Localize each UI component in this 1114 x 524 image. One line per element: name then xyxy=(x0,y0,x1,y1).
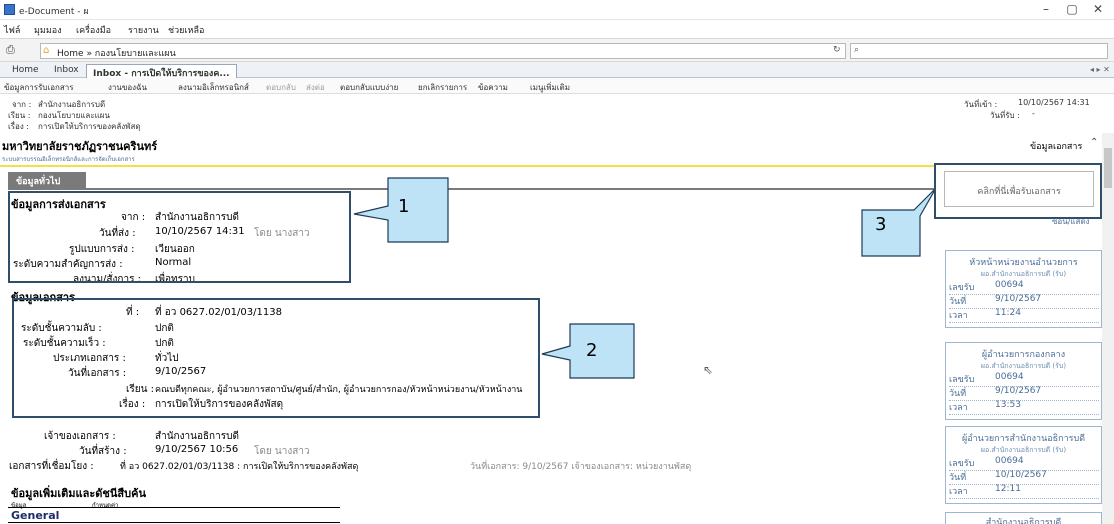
extra-heading: ข้อมูลเพิ่มเติมและดัชนีสืบค้น xyxy=(11,487,146,500)
owner-value: สำนักงานอธิการบดี xyxy=(155,431,239,442)
action-toolbar: ข้อมูลการรับเอกสาร งานของฉัน ลงนามอิเล็ก… xyxy=(0,78,1114,94)
card-time-row: เวลา 12:11 xyxy=(949,484,1099,499)
minimize-button[interactable]: – xyxy=(1036,2,1056,16)
print-icon[interactable]: ⎙ xyxy=(6,43,15,57)
card-title: หัวหน้าหน่วยงานอำนวยการ xyxy=(969,258,1078,268)
highlight-box-2 xyxy=(12,298,540,418)
tab-inbox[interactable]: Inbox xyxy=(48,64,85,78)
menu-view[interactable]: มุมมอง xyxy=(34,23,62,37)
reply-button[interactable]: ตอบกลับ xyxy=(266,81,296,94)
linked-extra: วันที่เอกสาร: 9/10/2567 เจ้าของเอกสาร: ห… xyxy=(470,462,692,472)
accept-label: วันที่รับ : xyxy=(990,111,1020,120)
created-by: โดย นางสาว xyxy=(254,446,310,457)
title-bar: e-Document - ผ – ▢ ✕ xyxy=(0,0,1114,20)
tab-inbox-document[interactable]: Inbox - การเปิดให้บริการของค... xyxy=(86,64,237,79)
address-field[interactable]: ⌂ Home » กองนโยบายและแผน ↻ xyxy=(40,43,846,59)
message-header: จาก : สำนักงานอธิการบดี เรียน : กองนโยบา… xyxy=(0,95,1114,133)
receive-document-button[interactable]: คลิกที่นี่เพื่อรับเอกสาร xyxy=(944,171,1094,207)
card-no-row: เลขรับ 00694 xyxy=(949,280,1099,295)
close-button[interactable]: ✕ xyxy=(1088,2,1108,16)
header-subject-value: การเปิดให้บริการของคลังพัสดุ xyxy=(38,122,141,131)
card-title: ผู้อำนวยการสำนักงานอธิการบดี xyxy=(961,434,1086,444)
callout-2-number: 2 xyxy=(586,340,598,361)
owner-label: เจ้าของเอกสาร : xyxy=(44,431,116,442)
university-name: มหาวิทยาลัยราชภัฏราชนครินทร์ xyxy=(2,140,158,153)
menu-bar: ไฟล์ มุมมอง เครื่องมือ รายงาน ช่วยเหลือ xyxy=(0,20,1114,37)
refresh-icon[interactable]: ↻ xyxy=(833,45,841,55)
extra-col-value: กำหนดค่า xyxy=(92,502,119,509)
menu-file[interactable]: ไฟล์ xyxy=(4,23,20,37)
restore-button[interactable]: ▢ xyxy=(1062,2,1082,16)
search-input[interactable]: ⌕ xyxy=(850,43,1108,59)
show-hide-link[interactable]: ซ่อน/แสดง xyxy=(1052,215,1090,228)
forward-button[interactable]: ส่งต่อ xyxy=(306,81,325,94)
card-date-row: วันที่ 9/10/2567 xyxy=(949,294,1099,309)
cancel-item-button[interactable]: ยกเลิกรายการ xyxy=(418,81,467,94)
menu-tools[interactable]: เครื่องมือ xyxy=(76,23,111,37)
scrollbar-thumb[interactable] xyxy=(1104,148,1112,188)
header-subject-label: เรื่อง : xyxy=(8,122,29,131)
linked-label: เอกสารที่เชื่อมโยง : xyxy=(9,461,94,472)
tab-scroll-icon[interactable]: ◂ ▸ ✕ xyxy=(1090,65,1110,74)
doc-info-link[interactable]: ข้อมูลเอกสาร xyxy=(1030,139,1082,153)
search-icon: ⌕ xyxy=(854,45,860,55)
route-card-4: สำนักงานอธิการบดี xyxy=(945,512,1102,524)
card-subtitle: ผอ.สำนักงานอธิการบดี (รับ) xyxy=(980,362,1067,370)
route-card-1: หัวหน้าหน่วยงานอำนวยการ ผอ.สำนักงานอธิกา… xyxy=(945,250,1102,328)
accept-value: - xyxy=(1032,109,1035,118)
message-button[interactable]: ข้อความ xyxy=(478,81,508,94)
card-no-row: เลขรับ 00694 xyxy=(949,456,1099,471)
card-title: ผู้อำนวยการกองกลาง xyxy=(981,350,1066,360)
cursor-icon: ⇖ xyxy=(703,363,714,377)
card-subtitle: ผอ.สำนักงานอธิการบดี (รับ) xyxy=(980,446,1067,454)
receive-info-button[interactable]: ข้อมูลการรับเอกสาร xyxy=(4,81,74,94)
card-title: สำนักงานอธิการบดี xyxy=(985,518,1062,524)
callout-3-number: 3 xyxy=(875,214,887,235)
menu-report[interactable]: รายงาน xyxy=(128,23,159,37)
more-menu-button[interactable]: เมนูเพิ่มเติม xyxy=(530,81,570,94)
home-icon: ⌂ xyxy=(43,45,50,56)
created-label: วันที่สร้าง : xyxy=(79,446,127,457)
route-card-2: ผู้อำนวยการกองกลาง ผอ.สำนักงานอธิการบดี … xyxy=(945,342,1102,420)
university-banner: มหาวิทยาลัยราชภัฏราชนครินทร์ ระบบสารบรรณ… xyxy=(0,133,1102,167)
window-title: e-Document - ผ xyxy=(19,7,89,17)
received-value: 10/10/2567 14:31 xyxy=(1018,98,1090,107)
callout-1-number: 1 xyxy=(398,196,410,217)
card-date-row: วันที่ 10/10/2567 xyxy=(949,470,1099,485)
address-bar: ⎙ ⌂ Home » กองนโยบายและแผน ↻ ⌕ xyxy=(0,38,1114,62)
card-time-row: เวลา 13:53 xyxy=(949,400,1099,415)
linked-document-link[interactable]: ที่ อว 0627.02/01/03/1138 : การเปิดให้บร… xyxy=(120,459,358,473)
card-time-row: เวลา 11:24 xyxy=(949,308,1099,323)
chevron-up-icon[interactable]: ⌃ xyxy=(1090,137,1098,148)
callout-3 xyxy=(861,187,937,257)
tab-strip: Home Inbox Inbox - การเปิดให้บริการของค.… xyxy=(0,62,1114,79)
scrollbar[interactable] xyxy=(1102,133,1114,524)
tab-general-info[interactable]: ข้อมูลทั่วไป xyxy=(8,172,86,188)
tab-home[interactable]: Home xyxy=(6,64,45,78)
my-tasks-button[interactable]: งานของฉัน xyxy=(108,81,147,94)
app-icon xyxy=(4,4,15,15)
card-date-row: วันที่ 9/10/2567 xyxy=(949,386,1099,401)
created-value: 9/10/2567 10:56 xyxy=(155,444,239,455)
university-subtitle: ระบบสารบรรณอิเล็กทรอนิกส์และการจัดเก็บเอ… xyxy=(2,156,135,163)
extra-divider-2 xyxy=(8,522,340,523)
card-no-row: เลขรับ 00694 xyxy=(949,372,1099,387)
route-card-3: ผู้อำนวยการสำนักงานอธิการบดี ผอ.สำนักงาน… xyxy=(945,426,1102,504)
breadcrumb: Home » กองนโยบายและแผน xyxy=(57,49,176,59)
e-sign-button[interactable]: ลงนามอิเล็กทรอนิกส์ xyxy=(178,81,249,94)
extra-divider xyxy=(8,507,340,508)
card-subtitle: ผอ.สำนักงานอธิการบดี (รับ) xyxy=(980,270,1067,278)
general-label: General xyxy=(11,509,60,522)
simple-reply-button[interactable]: ตอบกลับแบบง่าย xyxy=(340,81,398,94)
highlight-box-1 xyxy=(8,191,351,283)
menu-help[interactable]: ช่วยเหลือ xyxy=(168,23,204,37)
